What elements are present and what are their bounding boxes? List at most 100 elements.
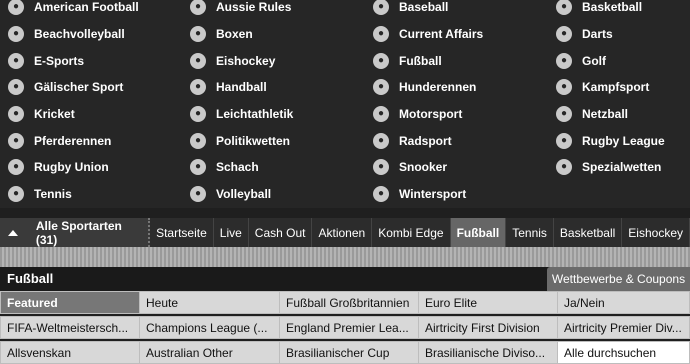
competition-cell[interactable]: Brasilianische Diviso... [418, 341, 558, 364]
sport-item[interactable]: ● Rugby Union [8, 154, 109, 181]
handball-icon: ● [190, 79, 206, 96]
sport-item[interactable]: ● Beachvolleyball [8, 21, 125, 48]
sport-item[interactable]: ● E-Sports [8, 47, 84, 74]
golf-icon: ● [556, 52, 572, 69]
competition-cell[interactable]: Featured [0, 291, 140, 314]
competition-cell[interactable]: Fußball Großbritannien [279, 291, 419, 314]
athletics-icon: ● [190, 106, 206, 122]
sport-item[interactable]: ● Eishockey [190, 47, 275, 74]
beachvolleyball-icon: ● [8, 25, 24, 42]
sport-item[interactable]: ● Boxen [190, 21, 253, 48]
sport-item[interactable]: ● American Football [8, 0, 139, 21]
sport-item[interactable]: ● Hunderennen [373, 74, 476, 101]
nav-tab[interactable]: Startseite [150, 218, 214, 247]
snooker-icon: ● [373, 159, 389, 176]
sport-label: Politikwetten [216, 133, 291, 148]
sport-label: Volleyball [216, 187, 272, 202]
sport-item[interactable]: ● Snooker [373, 154, 447, 181]
competition-cell[interactable]: England Premier Lea... [279, 316, 419, 339]
competitions-coupons-button[interactable]: Wettbewerbe & Coupons [547, 267, 690, 291]
nav-tab[interactable]: Tennis [506, 218, 554, 247]
sport-item[interactable]: ● Wintersport [373, 181, 466, 208]
sport-item[interactable]: ● Pferderennen [8, 127, 111, 154]
sport-item[interactable]: ● Golf [556, 47, 606, 74]
nav-tab[interactable]: Aktionen [312, 218, 373, 247]
tennis-icon: ● [8, 186, 24, 203]
competition-cell[interactable]: Australian Other [139, 341, 280, 364]
chess-icon: ● [190, 159, 206, 176]
cricket-icon: ● [8, 106, 24, 122]
politics-icon: ● [190, 132, 206, 149]
cycling-icon: ● [373, 132, 389, 149]
american-football-icon: ● [8, 0, 24, 16]
competition-cell[interactable]: Allsvenskan [0, 341, 140, 364]
sport-label: Handball [216, 80, 267, 95]
ice-hockey-icon: ● [190, 52, 206, 69]
sport-label: Aussie Rules [216, 0, 292, 15]
sport-label: Wintersport [399, 187, 467, 202]
nav-tab[interactable]: Cash Out [249, 218, 313, 247]
nav-tab[interactable]: Basketball [554, 218, 623, 247]
competition-cell[interactable]: Brasilianischer Cup [279, 341, 419, 364]
competition-cell[interactable]: Euro Elite [418, 291, 558, 314]
competition-cell[interactable]: FIFA-Weltmeistersch... [0, 316, 140, 339]
sport-item[interactable]: ● Darts [556, 21, 613, 48]
competition-cell[interactable]: Alle durchsuchen [557, 341, 690, 364]
sport-label: Schach [216, 160, 259, 175]
specials-icon: ● [556, 159, 572, 176]
competition-cell[interactable]: Airtricity Premier Div... [557, 316, 690, 339]
nav-tabs: Startseite Live Cash Out Aktionen Kombi Edge… [150, 218, 690, 247]
sport-label: Snooker [399, 160, 448, 175]
greyhound-icon: ● [373, 79, 389, 96]
competition-cell[interactable]: Ja/Nein [557, 291, 690, 314]
sport-item[interactable]: ● Handball [190, 74, 267, 101]
sport-label: Netzball [582, 107, 629, 121]
sport-label: Rugby League [582, 133, 665, 148]
sport-item[interactable]: ● Politikwetten [190, 127, 290, 154]
sport-item[interactable]: ● Current Affairs [373, 21, 483, 48]
sport-item[interactable]: ● Kricket [8, 101, 75, 128]
sport-label: Hunderennen [399, 80, 477, 95]
football-icon: ● [373, 52, 389, 69]
wintersport-icon: ● [373, 186, 389, 203]
nav-tab[interactable]: Live [214, 218, 249, 247]
competition-cell[interactable]: Heute [139, 291, 280, 314]
sport-label: Darts [582, 26, 613, 41]
sport-item[interactable]: ● Baseball [373, 0, 448, 21]
sport-label: Golf [582, 53, 606, 68]
sport-label: Kricket [34, 107, 75, 121]
sport-item[interactable]: ● Kampfsport [556, 74, 649, 101]
sport-item[interactable]: ● Basketball [556, 0, 642, 21]
sport-label: Tennis [34, 187, 72, 202]
sport-item[interactable]: ● Schach [190, 154, 259, 181]
aussie-rules-icon: ● [190, 0, 206, 16]
sport-item[interactable]: ● Tennis [8, 181, 72, 208]
nav-tab[interactable]: Eishockey [622, 218, 690, 247]
motorsport-icon: ● [373, 106, 389, 122]
sport-item[interactable]: ● Radsport [373, 127, 452, 154]
sport-label: Pferderennen [34, 133, 112, 148]
nav-tab[interactable]: Kombi Edge [372, 218, 451, 247]
section-title: Fußball [7, 271, 54, 286]
sport-item[interactable]: ● Netzball [556, 101, 628, 128]
basketball-icon: ● [556, 0, 572, 16]
sport-item[interactable]: ● Gälischer Sport [8, 74, 123, 101]
sport-item[interactable]: ● Motorsport [373, 101, 462, 128]
sport-label: Kampfsport [582, 80, 650, 95]
sport-item[interactable]: ● Fußball [373, 47, 442, 74]
sport-label: American Football [34, 0, 139, 15]
sport-item[interactable]: ● Volleyball [190, 181, 271, 208]
section-header: Fußball Wettbewerbe & Coupons [0, 267, 690, 291]
sport-item[interactable]: ● Rugby League [556, 127, 665, 154]
rugby-union-icon: ● [8, 159, 24, 176]
sport-label: Fußball [399, 53, 442, 68]
sport-item[interactable]: ● Spezialwetten [556, 154, 661, 181]
nav-tab[interactable]: Fußball [450, 218, 507, 247]
collapse-button[interactable] [0, 218, 26, 247]
competition-cell[interactable]: Champions League (... [139, 316, 280, 339]
sport-item[interactable]: ● Aussie Rules [190, 0, 291, 21]
sport-label: Current Affairs [399, 26, 484, 41]
all-sports-button[interactable]: Alle Sportarten (31) [25, 218, 151, 247]
competition-cell[interactable]: Airtricity First Division [418, 316, 558, 339]
sport-item[interactable]: ● Leichtathletik [190, 101, 293, 128]
